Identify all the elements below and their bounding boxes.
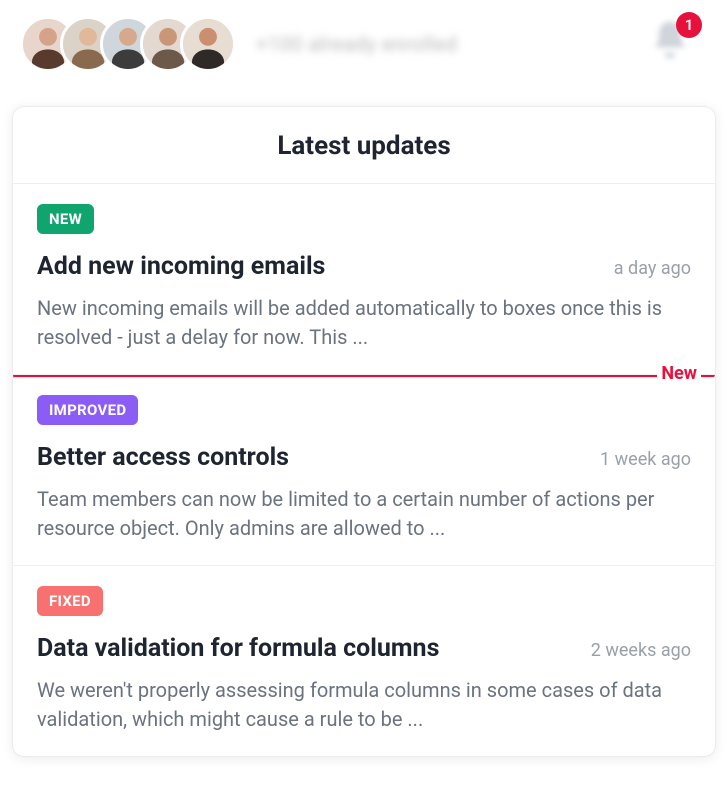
avatar-stack bbox=[20, 16, 236, 72]
update-time: 1 week ago bbox=[600, 449, 691, 470]
update-time: 2 weeks ago bbox=[591, 640, 691, 661]
notifications-button[interactable]: 1 bbox=[648, 18, 696, 66]
update-title: Better access controls bbox=[37, 443, 289, 473]
update-item[interactable]: IMPROVED Better access controls 1 week a… bbox=[13, 375, 715, 566]
update-item[interactable]: FIXED Data validation for formula column… bbox=[13, 566, 715, 756]
update-title: Data validation for formula columns bbox=[37, 634, 439, 664]
update-description: Team members can now be limited to a cer… bbox=[37, 485, 691, 543]
update-description: New incoming emails will be added automa… bbox=[37, 294, 691, 352]
update-item[interactable]: NEW Add new incoming emails a day ago Ne… bbox=[13, 184, 715, 375]
status-badge-improved: IMPROVED bbox=[37, 395, 138, 425]
updates-panel: Latest updates NEW Add new incoming emai… bbox=[12, 106, 716, 757]
update-time: a day ago bbox=[614, 258, 691, 279]
header: +100 already enrolled 1 bbox=[0, 0, 728, 96]
update-title: Add new incoming emails bbox=[37, 252, 325, 282]
panel-title: Latest updates bbox=[13, 107, 715, 184]
status-badge-fixed: FIXED bbox=[37, 586, 103, 616]
notification-badge: 1 bbox=[676, 12, 702, 38]
update-description: We weren't properly assessing formula co… bbox=[37, 676, 691, 734]
avatar[interactable] bbox=[180, 16, 236, 72]
enrolled-count: +100 already enrolled bbox=[256, 32, 457, 56]
status-badge-new: NEW bbox=[37, 204, 94, 234]
